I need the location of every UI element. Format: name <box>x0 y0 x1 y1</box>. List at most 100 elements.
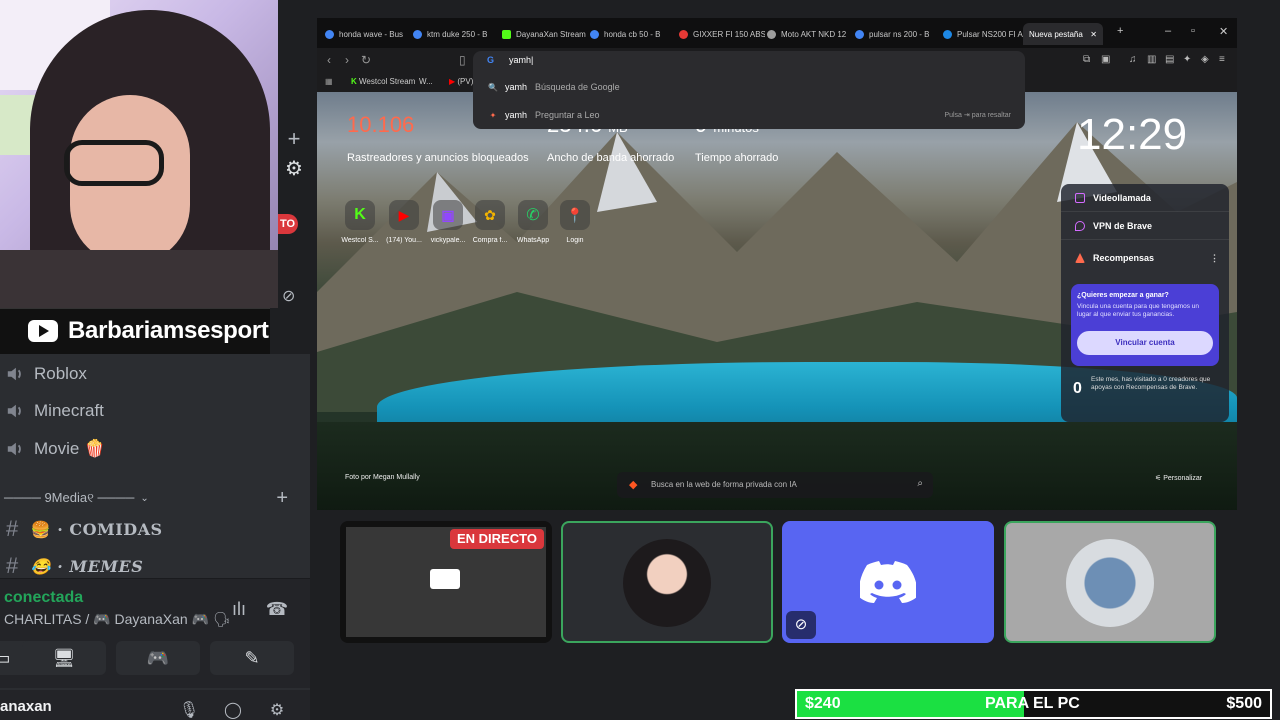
participant-tile[interactable] <box>561 521 773 643</box>
brave-shield-icon[interactable]: ◈ <box>1201 54 1209 65</box>
vpn-row[interactable]: VPN de Brave <box>1061 212 1229 240</box>
goal-label: PARA EL PC <box>985 695 1080 712</box>
activity-button[interactable]: 🎮 <box>116 641 200 675</box>
menu-icon[interactable]: ≡ <box>1219 54 1225 65</box>
avatar <box>1066 539 1154 627</box>
browser-tab[interactable]: pulsar ns 200 - B <box>855 23 941 45</box>
ai-search-box[interactable]: ◆ Busca en la web de forma privada con I… <box>617 472 933 498</box>
voice-channel-path[interactable]: CHARLITAS / 🎮 DayanaXan 🎮 🗣 <box>4 611 231 628</box>
soundboard-icon[interactable]: ılı <box>226 599 252 621</box>
top-site-tile[interactable]: ▶ <box>389 200 419 230</box>
webcam-feed <box>0 0 278 308</box>
new-tab-icon[interactable]: + <box>1117 25 1123 37</box>
text-channel-comidas[interactable]: # 🍔 · COMIDAS <box>0 512 300 546</box>
screen-share-button[interactable]: 🖥 <box>22 641 106 675</box>
favicon-icon <box>943 29 952 39</box>
mic-icon[interactable]: 🎙 <box>178 700 200 720</box>
music-icon[interactable]: ♫ <box>1129 54 1137 65</box>
stat-label: Tiempo ahorrado <box>695 152 779 164</box>
avatar <box>623 539 711 627</box>
photo-credit[interactable]: Foto por Megan Mullally <box>345 474 420 481</box>
discord-logo-icon <box>860 561 916 603</box>
extensions-icon[interactable]: ⧉ <box>1083 54 1090 65</box>
search-icon: ⌕ <box>917 478 923 489</box>
vpn-icon <box>1075 220 1085 231</box>
top-site-tile[interactable]: K <box>345 200 375 230</box>
rewards-row[interactable]: Recompensas ⋮ <box>1061 244 1229 272</box>
browser-tab[interactable]: honda cb 50 - B <box>590 23 676 45</box>
omnibox[interactable]: G yamh| <box>473 51 1025 71</box>
wallet-icon[interactable]: ▤ <box>1165 54 1174 65</box>
bookmark-item[interactable]: K Westcol Stream <box>351 77 415 86</box>
voice-channel-label: Movie 🍿 <box>34 439 106 458</box>
rewards-card: ¿Quieres empezar a ganar? Vincula una cu… <box>1071 284 1219 366</box>
voice-channel-roblox[interactable]: Roblox <box>0 356 300 392</box>
voice-status: conectada <box>4 589 84 606</box>
omnibox-text: yamh| <box>509 55 534 65</box>
live-badge: EN DIRECTO <box>450 529 544 549</box>
youtube-icon: ▶ <box>398 206 410 223</box>
gear-icon[interactable]: ⚙ <box>266 700 288 720</box>
clock: 12:29 <box>1077 110 1188 159</box>
videollamada-row[interactable]: Videollamada <box>1061 184 1229 212</box>
gear-icon[interactable]: ⚙ <box>282 156 306 181</box>
favicon-icon <box>413 29 422 39</box>
channel-banner: Barbariamsesport <box>0 308 270 354</box>
forward-icon[interactable]: › <box>345 53 349 67</box>
creators-count: 0 <box>1073 380 1082 397</box>
participant-tile[interactable] <box>1004 521 1216 643</box>
top-site-tile[interactable]: ✿ <box>475 200 505 230</box>
browser-tab[interactable]: ktm duke 250 - B <box>413 23 499 45</box>
back-icon[interactable]: ‹ <box>327 53 331 67</box>
browser-tab[interactable]: GIXXER FI 150 ABS <box>679 23 765 45</box>
close-icon[interactable]: ✕ <box>1090 30 1097 39</box>
bookmark-item[interactable]: W... <box>419 77 433 86</box>
browser-tab-active[interactable]: Nueva pestaña ✕ <box>1023 23 1103 45</box>
suggestion-item[interactable]: ✦ yamh Preguntar a Leo Pulsa ⇥ para resa… <box>473 101 1025 129</box>
suggestion-item[interactable]: 🔍 yamh Búsqueda de Google <box>473 73 1025 101</box>
favicon-icon <box>325 29 334 39</box>
disconnect-icon[interactable]: ☎ <box>264 599 290 621</box>
browser-tab[interactable]: Pulsar NS200 FI AB <box>943 23 1029 45</box>
top-site-tile[interactable]: ✆ <box>518 200 548 230</box>
minimize-icon[interactable]: – <box>1165 25 1171 37</box>
headphones-icon[interactable]: ◯ <box>222 700 244 720</box>
browser-tab[interactable]: honda wave - Bus <box>325 23 411 45</box>
username[interactable]: anaxan <box>0 698 52 715</box>
screen-share-view[interactable]: honda wave - Bus ktm duke 250 - B Dayana… <box>317 18 1237 510</box>
maximize-icon[interactable]: ▫ <box>1191 25 1195 37</box>
text-channel-label: 🍔 · COMIDAS <box>30 519 163 539</box>
browser-tab[interactable]: Moto AKT NKD 12 <box>767 23 853 45</box>
add-channel-icon[interactable]: + <box>276 487 288 510</box>
google-icon: G <box>487 55 495 65</box>
chevron-down-icon: ⌄ <box>140 492 149 504</box>
customize-link[interactable]: ⚟ Personalizar <box>1155 474 1202 482</box>
customize-icon: ⚟ <box>1155 475 1164 482</box>
soundboard-button[interactable]: ✎ <box>210 641 294 675</box>
voice-channel-label: Minecraft <box>34 401 104 420</box>
top-site-tile[interactable]: ▣ <box>433 200 463 230</box>
channel-name: Barbariamsesport <box>68 317 269 344</box>
browser-tab[interactable]: DayanaXan Stream <box>502 23 588 45</box>
top-site-tile[interactable]: 📍 <box>560 200 590 230</box>
apps-icon[interactable]: ▦ <box>325 77 333 86</box>
more-icon[interactable]: ⋮ <box>1210 253 1219 264</box>
screenshot-icon[interactable]: ▣ <box>1101 54 1110 65</box>
voice-channel-minecraft[interactable]: Minecraft <box>0 393 300 429</box>
whatsapp-icon: ✆ <box>526 207 540 224</box>
brave-logo-icon: ◆ <box>629 479 638 491</box>
top-site-label: Login <box>566 237 584 244</box>
link-account-button[interactable]: Vincular cuenta <box>1077 331 1213 355</box>
add-server-icon[interactable]: + <box>282 126 306 152</box>
reload-icon[interactable]: ↻ <box>361 53 371 67</box>
close-window-icon[interactable]: ✕ <box>1219 25 1228 38</box>
sidebar-icon[interactable]: ▥ <box>1147 54 1156 65</box>
kick-icon <box>502 29 511 39</box>
stat-label: Ancho de banda ahorrado <box>547 152 675 164</box>
mic-muted-icon: ⊘ <box>786 611 816 639</box>
voice-channel-movie[interactable]: Movie 🍿 <box>0 431 300 467</box>
search-icon: 🔍 <box>488 82 498 92</box>
puzzle-icon[interactable]: ✦ <box>1183 54 1191 65</box>
channel-category[interactable]: ──── 9Media୧ ──── ⌄ + <box>0 484 300 512</box>
bookmark-icon[interactable]: ▯ <box>459 53 466 67</box>
